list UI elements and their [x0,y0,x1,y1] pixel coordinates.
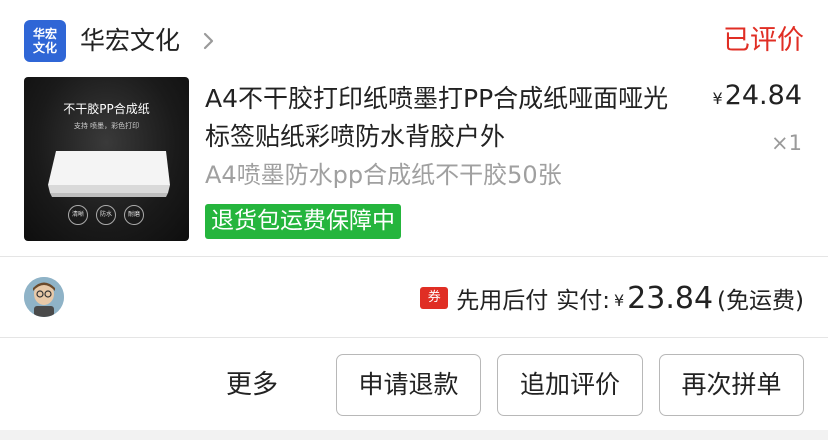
currency-symbol: ¥ [712,89,723,108]
reorder-button[interactable]: 再次拼单 [659,354,804,416]
shop-name[interactable]: 华宏文化 [80,24,180,58]
add-review-button[interactable]: 追加评价 [497,354,643,416]
guarantee-badge: 退货包运费保障中 [205,204,401,239]
more-button[interactable]: 更多 [226,366,278,404]
feature-badge: 清晰 [68,205,88,225]
avatar[interactable] [24,277,64,317]
product-thumbnail[interactable]: 不干胶PP合成纸 支持 喷墨，彩色打印 清晰 防水 耐磨 [24,77,189,241]
avatar-illustration [24,277,64,317]
coupon-icon: 券 [420,287,449,309]
paid-label: 实付: [556,288,610,314]
refund-button[interactable]: 申请退款 [336,354,481,416]
order-status: 已评价 [723,25,804,56]
payment-method: 先用后付 [456,288,549,314]
divider [0,256,828,257]
payment-summary: 券 先用后付 实付: ¥ 23.84 (免运费) [420,278,804,318]
feature-badge: 防水 [96,205,116,225]
paid-currency: ¥ [613,291,625,310]
shipping-note: (免运费) [717,288,804,314]
thumbnail-features: 清晰 防水 耐磨 [68,205,144,225]
shop-header[interactable]: 华宏 文化 华宏文化 已评价 [0,0,828,76]
thumbnail-title: 不干胶PP合成纸 [63,102,150,116]
order-card: 华宏 文化 华宏文化 已评价 不干胶PP合成纸 支持 喷墨，彩色打印 清晰 防水… [0,0,828,430]
product-title[interactable]: A4不干胶打印纸喷墨打PP合成纸哑面哑光标签贴纸彩喷防水背胶户外 [205,80,685,156]
divider [0,337,828,338]
product-spec: A4喷墨防水pp合成纸不干胶50张 [205,161,562,189]
shop-logo-line2: 文化 [32,41,57,55]
paper-stack-image [48,151,170,197]
shop-logo[interactable]: 华宏 文化 [24,20,66,62]
shop-logo-line1: 华宏 [32,27,57,41]
product-price: ¥24.84 [713,80,802,115]
price-value: 24.84 [724,80,802,111]
thumbnail-subtitle: 支持 喷墨，彩色打印 [73,122,140,130]
feature-badge: 耐磨 [124,205,144,225]
chevron-right-icon[interactable] [200,32,218,50]
product-quantity: ×1 [771,131,802,155]
paid-amount: 23.84 [627,280,714,316]
